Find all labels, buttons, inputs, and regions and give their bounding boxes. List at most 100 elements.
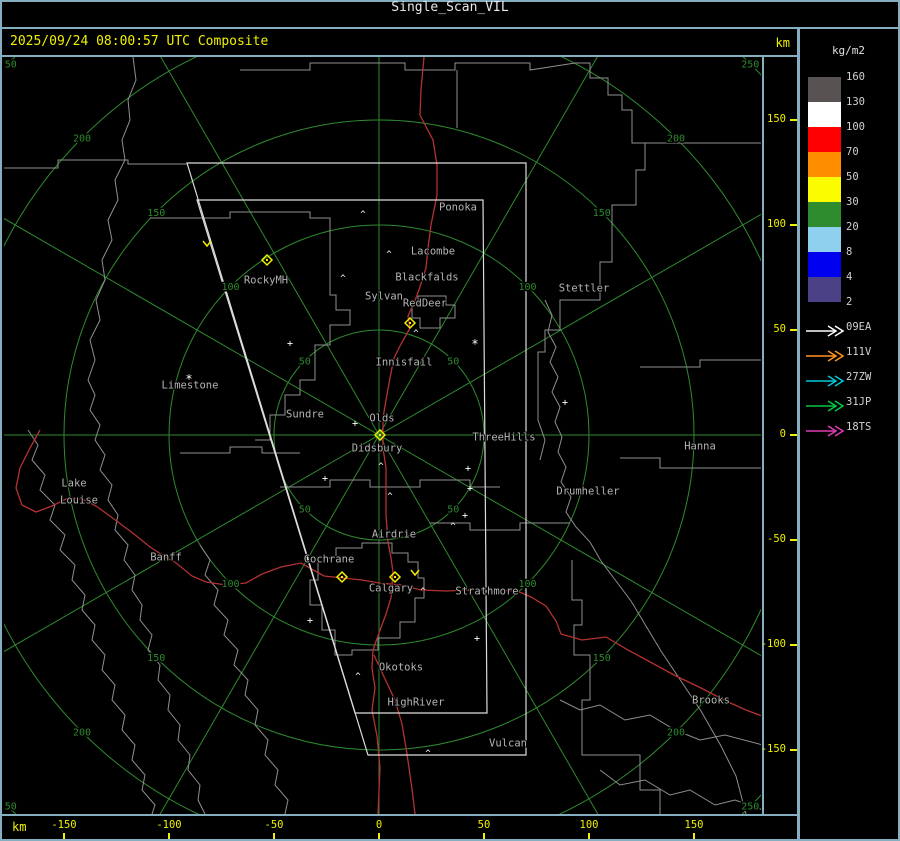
city-label: Vulcan — [489, 738, 527, 750]
x-axis-tick-label: 50 — [477, 819, 491, 831]
range-ring-label: 250 — [741, 802, 759, 813]
plus-marker: + — [465, 464, 471, 475]
radar-arrow-icon — [805, 322, 845, 337]
radar-site-dot — [341, 576, 343, 578]
x-axis-tick-label: 0 — [375, 819, 383, 831]
highway-line — [373, 654, 416, 814]
plus-marker: + — [352, 419, 358, 430]
asterisk-marker: * — [185, 372, 192, 386]
colorbar-block — [808, 252, 841, 277]
caret-marker: ^ — [420, 587, 426, 597]
colorbar-threshold-label: 4 — [846, 271, 853, 283]
x-axis-tick — [588, 833, 590, 839]
colorbar-threshold-label: 130 — [846, 96, 865, 108]
x-axis-tick-label: 100 — [579, 819, 599, 831]
boundary-line — [27, 429, 156, 814]
city-label: Drumheller — [556, 486, 619, 498]
plus-marker: + — [462, 511, 468, 522]
panel-left-border — [797, 27, 800, 841]
range-ring-label: 50 — [299, 505, 311, 516]
range-ring-label: 100 — [518, 282, 536, 293]
city-label: Olds — [369, 413, 394, 425]
city-label: Lake — [61, 478, 86, 490]
window-title: Single_Scan_VIL — [391, 0, 509, 15]
city-label: Blackfalds — [395, 272, 458, 284]
boundary-line — [240, 62, 646, 461]
x-axis-tick — [378, 833, 380, 839]
radar-site-dot — [394, 576, 396, 578]
range-ring-label: 200 — [667, 134, 685, 145]
colorbar-threshold-label: 20 — [846, 221, 859, 233]
radar-site-dot — [266, 259, 268, 261]
city-label: Airdrie — [372, 529, 416, 541]
colorbar-threshold-label: 100 — [846, 121, 865, 133]
boundary-line — [150, 211, 351, 441]
colorbar-block — [808, 77, 841, 102]
caret-marker: ^ — [378, 462, 384, 472]
radar-map-canvas[interactable]: 50 50 50 50 100 100 100 100 150 150 150 150 200 200 20… — [4, 57, 761, 814]
caret-marker: ^ — [360, 210, 366, 220]
caret-marker: ^ — [355, 672, 361, 682]
range-ring-label: 200 — [667, 727, 685, 738]
caret-marker: ^ — [425, 749, 431, 759]
colorbar-block — [808, 152, 841, 177]
radar-site-dot — [379, 434, 381, 436]
range-ring-label: 150 — [593, 208, 611, 219]
radar-arrow-icon — [805, 347, 845, 362]
map-bottom-border — [0, 814, 800, 816]
radar-id-label: 27ZW — [846, 371, 872, 383]
colorbar-threshold-label: 8 — [846, 246, 853, 258]
x-axis-tick-label: -150 — [51, 819, 77, 831]
y-axis-tick-label: 150 — [767, 113, 786, 125]
colorbar-block — [808, 127, 841, 152]
boundary-line — [87, 379, 206, 814]
range-ring-label: 200 — [73, 727, 91, 738]
boundary-line — [180, 446, 300, 454]
boundary-line — [559, 699, 761, 745]
colorbar-threshold-label: 50 — [846, 171, 859, 183]
y-axis-tick — [790, 434, 797, 436]
colorbar-unit-label: kg/m2 — [831, 44, 866, 57]
asterisk-marker: * — [471, 337, 478, 351]
x-axis-tick — [168, 833, 170, 839]
y-axis-tick-label: 0 — [779, 428, 786, 440]
city-label: Strathmore — [455, 586, 518, 598]
range-ring-label: 50 — [299, 356, 311, 367]
caret-marker: ^ — [340, 274, 346, 284]
city-label: Didsbury — [352, 443, 403, 455]
city-label: Sylvan — [365, 291, 403, 303]
scan-timestamp: 2025/09/24 08:00:57 UTC Composite — [10, 34, 269, 49]
caret-marker: ^ — [450, 522, 456, 532]
city-label: HighRiver — [388, 697, 445, 709]
colorbar-block — [808, 102, 841, 127]
range-ring-label: 100 — [221, 579, 239, 590]
city-label: Brooks — [692, 695, 730, 707]
city-label: RockyMH — [244, 275, 288, 287]
city-label: Louise — [60, 495, 98, 507]
range-ring-label: 150 — [147, 208, 165, 219]
radar-id-label: 18TS — [846, 421, 872, 433]
plus-marker: + — [287, 339, 293, 350]
plus-marker: + — [562, 398, 568, 409]
colorbar-block — [808, 177, 841, 202]
radar-coverage-outline — [186, 162, 527, 756]
y-axis-tick-label: -100 — [760, 638, 786, 650]
x-axis-tick — [483, 833, 485, 839]
city-label: Hanna — [684, 441, 716, 453]
colorbar-block — [808, 277, 841, 302]
boundary-line — [571, 560, 661, 814]
y-axis-tick — [790, 329, 797, 331]
radar-arrow-icon — [805, 397, 845, 412]
caret-marker: ^ — [386, 250, 392, 260]
x-axis-tick — [693, 833, 695, 839]
city-label: Ponoka — [439, 202, 477, 214]
colorbar-block — [808, 227, 841, 252]
city-label: ThreeHills — [472, 432, 535, 444]
y-axis-tick — [790, 119, 797, 121]
boundary-line — [620, 457, 761, 469]
city-label: Sundre — [286, 409, 324, 421]
city-label: Calgary — [369, 583, 413, 595]
range-ring-label: 150 — [593, 653, 611, 664]
plus-marker: + — [467, 484, 473, 495]
caret-marker: ^ — [387, 492, 393, 502]
